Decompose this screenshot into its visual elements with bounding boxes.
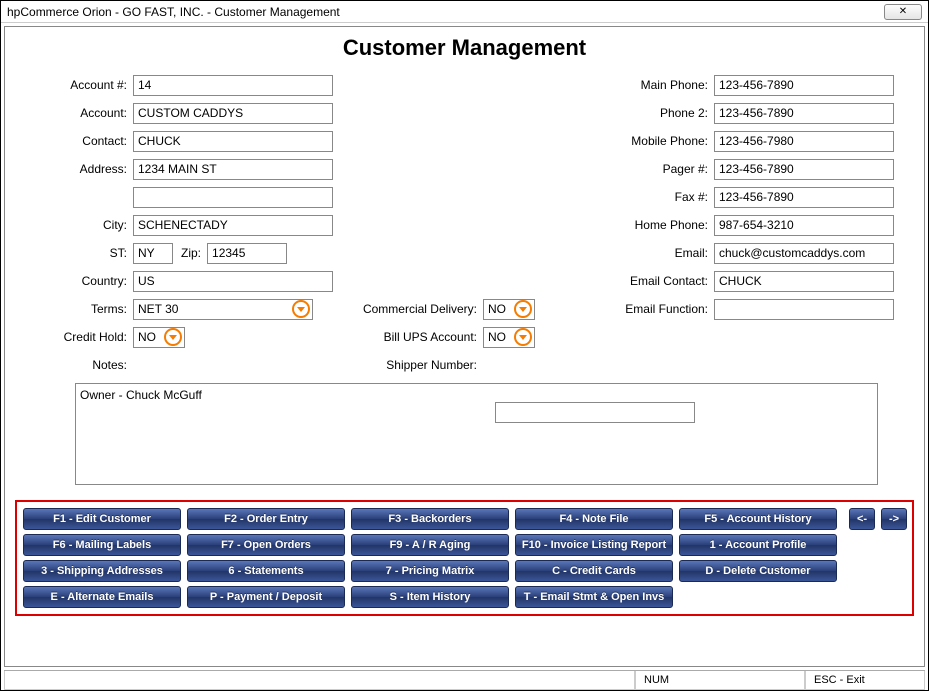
close-icon: ✕ (899, 6, 907, 17)
label-bill-ups: Bill UPS Account: (355, 330, 483, 344)
f1-edit-customer-button[interactable]: F1 - Edit Customer (23, 508, 181, 530)
terms-value: NET 30 (134, 302, 288, 316)
label-shipper-number: Shipper Number: (355, 358, 483, 372)
commercial-delivery-value: NO (484, 302, 510, 316)
main-phone-field[interactable] (714, 75, 894, 96)
label-fax: Fax #: (604, 190, 714, 204)
credit-hold-value: NO (134, 330, 160, 344)
shipper-number-field[interactable] (495, 402, 695, 423)
account-field[interactable] (133, 103, 333, 124)
form-area: Account #: Account: Contact: Address: Ci… (15, 71, 914, 379)
6-statements-button[interactable]: 6 - Statements (187, 560, 345, 582)
label-contact: Contact: (15, 134, 133, 148)
label-home-phone: Home Phone: (604, 218, 714, 232)
7-pricing-matrix-button[interactable]: 7 - Pricing Matrix (351, 560, 509, 582)
chevron-down-icon[interactable] (164, 328, 182, 346)
f2-order-entry-button[interactable]: F2 - Order Entry (187, 508, 345, 530)
zip-field[interactable] (207, 243, 287, 264)
f5-account-history-button[interactable]: F5 - Account History (679, 508, 837, 530)
account-no-field[interactable] (133, 75, 333, 96)
bill-ups-value: NO (484, 330, 510, 344)
email-function-field[interactable] (714, 299, 894, 320)
t-email-stmt-button[interactable]: T - Email Stmt & Open Invs (515, 586, 673, 608)
e-alternate-emails-button[interactable]: E - Alternate Emails (23, 586, 181, 608)
chevron-down-icon[interactable] (292, 300, 310, 318)
city-field[interactable] (133, 215, 333, 236)
country-field[interactable] (133, 271, 333, 292)
f6-mailing-labels-button[interactable]: F6 - Mailing Labels (23, 534, 181, 556)
label-commercial-delivery: Commercial Delivery: (355, 302, 483, 316)
client-area: Customer Management Account #: Account: … (4, 26, 925, 667)
notes-field[interactable]: Owner - Chuck McGuff (75, 383, 878, 485)
f3-backorders-button[interactable]: F3 - Backorders (351, 508, 509, 530)
label-main-phone: Main Phone: (604, 78, 714, 92)
app-window: hpCommerce Orion - GO FAST, INC. - Custo… (0, 0, 929, 691)
label-email-function: Email Function: (604, 302, 714, 316)
phone2-field[interactable] (714, 103, 894, 124)
commercial-delivery-dropdown[interactable]: NO (483, 299, 535, 320)
label-email: Email: (604, 246, 714, 260)
status-numlock: NUM (635, 671, 805, 690)
f10-invoice-listing-button[interactable]: F10 - Invoice Listing Report (515, 534, 673, 556)
1-account-profile-button[interactable]: 1 - Account Profile (679, 534, 837, 556)
email-contact-field[interactable] (714, 271, 894, 292)
p-payment-deposit-button[interactable]: P - Payment / Deposit (187, 586, 345, 608)
c-credit-cards-button[interactable]: C - Credit Cards (515, 560, 673, 582)
f9-ar-aging-button[interactable]: F9 - A / R Aging (351, 534, 509, 556)
function-button-bar: F1 - Edit Customer F2 - Order Entry F3 -… (15, 500, 914, 616)
f7-open-orders-button[interactable]: F7 - Open Orders (187, 534, 345, 556)
status-blank (4, 671, 635, 690)
label-credit-hold: Credit Hold: (15, 330, 133, 344)
chevron-down-icon[interactable] (514, 328, 532, 346)
s-item-history-button[interactable]: S - Item History (351, 586, 509, 608)
next-button[interactable]: -> (881, 508, 907, 530)
status-esc-exit: ESC - Exit (805, 671, 925, 690)
d-delete-customer-button[interactable]: D - Delete Customer (679, 560, 837, 582)
address2-field[interactable] (133, 187, 333, 208)
contact-field[interactable] (133, 131, 333, 152)
label-email-contact: Email Contact: (604, 274, 714, 288)
close-button[interactable]: ✕ (884, 4, 922, 20)
label-st: ST: (15, 246, 133, 260)
fax-field[interactable] (714, 187, 894, 208)
label-pager: Pager #: (604, 162, 714, 176)
home-phone-field[interactable] (714, 215, 894, 236)
terms-dropdown[interactable]: NET 30 (133, 299, 313, 320)
titlebar: hpCommerce Orion - GO FAST, INC. - Custo… (1, 1, 928, 23)
col-right: Main Phone: Phone 2: Mobile Phone: Pager… (604, 71, 914, 379)
label-terms: Terms: (15, 302, 133, 316)
label-account: Account: (15, 106, 133, 120)
mobile-phone-field[interactable] (714, 131, 894, 152)
label-city: City: (15, 218, 133, 232)
label-country: Country: (15, 274, 133, 288)
label-zip: Zip: (173, 246, 207, 260)
3-shipping-addresses-button[interactable]: 3 - Shipping Addresses (23, 560, 181, 582)
email-field[interactable] (714, 243, 894, 264)
state-field[interactable] (133, 243, 173, 264)
window-title: hpCommerce Orion - GO FAST, INC. - Custo… (7, 5, 884, 19)
credit-hold-dropdown[interactable]: NO (133, 327, 185, 348)
prev-button[interactable]: <- (849, 508, 875, 530)
status-bar: NUM ESC - Exit (4, 670, 925, 690)
page-title: Customer Management (15, 35, 914, 61)
label-account-no: Account #: (15, 78, 133, 92)
col-left: Account #: Account: Contact: Address: Ci… (15, 71, 345, 379)
label-address: Address: (15, 162, 133, 176)
label-notes: Notes: (15, 358, 133, 372)
col-mid: Commercial Delivery: NO Bill UPS Account… (355, 71, 565, 379)
bill-ups-dropdown[interactable]: NO (483, 327, 535, 348)
pager-field[interactable] (714, 159, 894, 180)
label-phone2: Phone 2: (604, 106, 714, 120)
address1-field[interactable] (133, 159, 333, 180)
chevron-down-icon[interactable] (514, 300, 532, 318)
f4-note-file-button[interactable]: F4 - Note File (515, 508, 673, 530)
label-mobile-phone: Mobile Phone: (604, 134, 714, 148)
